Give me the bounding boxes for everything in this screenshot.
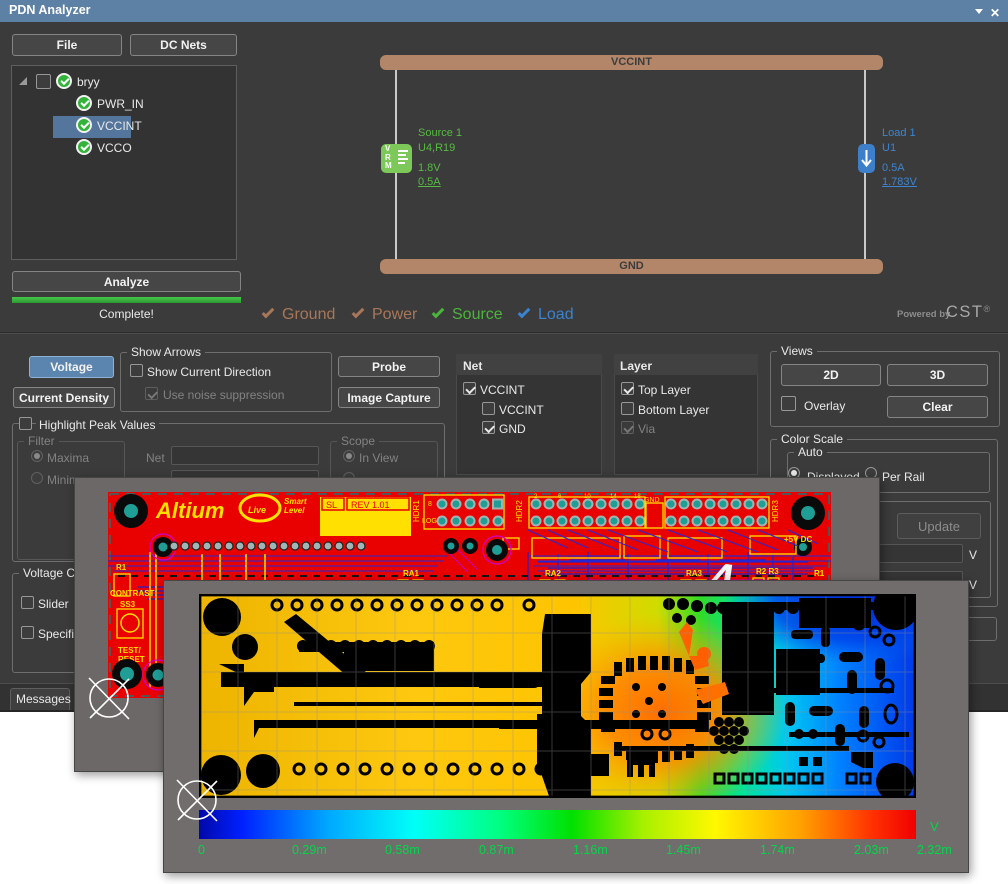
svg-text:CONTRAST: CONTRAST	[110, 589, 155, 598]
svg-text:RA3: RA3	[686, 569, 703, 578]
svg-text:SL: SL	[326, 500, 337, 510]
svg-text:TEST/: TEST/	[118, 646, 141, 655]
svg-text:RA1: RA1	[403, 569, 420, 578]
svg-text:REV 1.01: REV 1.01	[351, 500, 390, 510]
svg-text:RA2: RA2	[545, 569, 562, 578]
svg-text:R1: R1	[116, 563, 127, 572]
svg-text:Altium: Altium	[155, 498, 224, 523]
svg-text:Smart: Smart	[284, 497, 307, 506]
svg-text:HDR3: HDR3	[771, 500, 780, 522]
svg-text:HDR2: HDR2	[515, 500, 524, 522]
svg-text:SS3: SS3	[120, 600, 136, 609]
svg-text:+5V DC: +5V DC	[784, 535, 812, 544]
svg-text:R2 R3: R2 R3	[756, 567, 779, 576]
svg-text:HDR1: HDR1	[412, 500, 421, 522]
svg-text:8: 8	[428, 501, 432, 508]
svg-text:R1: R1	[814, 569, 825, 578]
svg-text:Live: Live	[248, 505, 266, 515]
svg-text:Level: Level	[284, 506, 305, 515]
